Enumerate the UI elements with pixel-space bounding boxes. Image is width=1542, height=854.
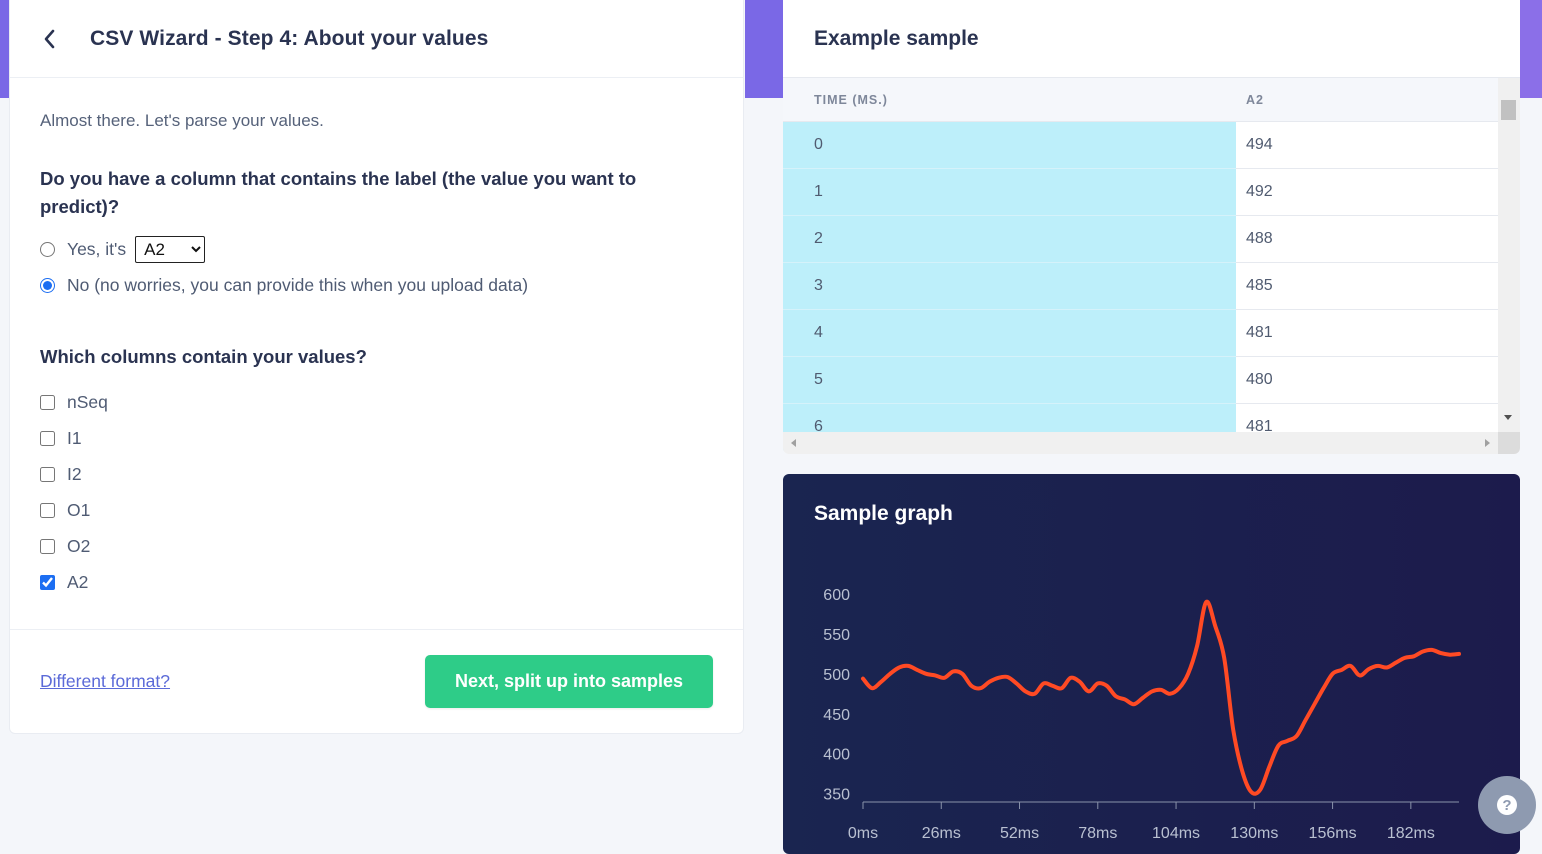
label-question: Do you have a column that contains the l… bbox=[40, 168, 637, 217]
x-tick-label: 130ms bbox=[1230, 825, 1278, 842]
value-column-label: I1 bbox=[67, 427, 82, 448]
y-tick-label: 500 bbox=[823, 667, 850, 684]
scroll-left-arrow-icon[interactable] bbox=[791, 439, 796, 447]
vertical-scrollbar-thumb[interactable] bbox=[1501, 100, 1516, 120]
wizard-intro: Almost there. Let's parse your values. bbox=[40, 111, 324, 130]
value-column-label: O1 bbox=[67, 499, 91, 520]
label-option-no[interactable]: No (no worries, you can provide this whe… bbox=[40, 267, 713, 303]
example-sample-card: Example sample TIME (MS.) A2 0 494 1 492 2 48… bbox=[783, 0, 1520, 454]
label-yes-text: Yes, it's bbox=[67, 238, 127, 259]
table-row: 4 481 bbox=[783, 309, 1498, 357]
table-row: 0 494 bbox=[783, 121, 1498, 169]
different-format-link[interactable]: Different format? bbox=[40, 671, 170, 692]
x-tick-label: 26ms bbox=[922, 825, 961, 842]
x-tick-label: 52ms bbox=[1000, 825, 1039, 842]
value-column-option[interactable]: A2 bbox=[40, 564, 713, 600]
label-no-radio[interactable] bbox=[40, 277, 55, 293]
header-accent-band-middle bbox=[745, 0, 783, 98]
table-row: 3 485 bbox=[783, 262, 1498, 310]
x-tick-label: 78ms bbox=[1078, 825, 1117, 842]
table-header-row: TIME (MS.) A2 bbox=[783, 78, 1498, 122]
values-question: Which columns contain your values? bbox=[40, 346, 367, 367]
column-header-time: TIME (MS.) bbox=[783, 78, 1236, 122]
table-row: 2 488 bbox=[783, 215, 1498, 263]
value-column-label: O2 bbox=[67, 535, 91, 556]
value-column-label: nSeq bbox=[67, 391, 108, 412]
scroll-down-arrow-icon[interactable] bbox=[1504, 415, 1512, 420]
x-tick-label: 156ms bbox=[1309, 825, 1357, 842]
wizard-title: CSV Wizard - Step 4: About your values bbox=[90, 26, 489, 50]
value-column-label: A2 bbox=[67, 571, 89, 592]
value-column-checkbox[interactable] bbox=[40, 394, 55, 410]
cell-time: 1 bbox=[783, 168, 1236, 216]
y-tick-label: 350 bbox=[823, 787, 850, 804]
sample-table: TIME (MS.) A2 0 494 1 492 2 488 3 485 4 481 5 480 6 4… bbox=[783, 78, 1498, 451]
vertical-scrollbar[interactable] bbox=[1498, 78, 1520, 432]
x-tick-label: 0ms bbox=[848, 825, 878, 842]
value-column-checkbox[interactable] bbox=[40, 466, 55, 482]
back-arrow-icon[interactable] bbox=[20, 0, 80, 77]
cell-a2: 488 bbox=[1236, 215, 1498, 263]
cell-a2: 485 bbox=[1236, 262, 1498, 310]
value-column-option[interactable]: I2 bbox=[40, 456, 713, 492]
value-column-option[interactable]: nSeq bbox=[40, 384, 713, 420]
sample-graph-card: Sample graph 0ms 26ms 52ms 78ms 104ms 130ms 15… bbox=[783, 474, 1520, 854]
wizard-body: Almost there. Let's parse your values. D… bbox=[10, 111, 743, 600]
sample-table-viewport[interactable]: TIME (MS.) A2 0 494 1 492 2 488 3 485 4 481 5 480 6 4… bbox=[783, 78, 1520, 454]
cell-time: 3 bbox=[783, 262, 1236, 310]
wizard-header: CSV Wizard - Step 4: About your values bbox=[10, 0, 743, 78]
cell-time: 0 bbox=[783, 121, 1236, 169]
y-tick-label: 450 bbox=[823, 707, 850, 724]
example-sample-title: Example sample bbox=[783, 0, 1520, 78]
next-split-samples-button[interactable]: Next, split up into samples bbox=[425, 655, 713, 708]
value-column-label: I2 bbox=[67, 463, 82, 484]
x-tick-label: 182ms bbox=[1387, 825, 1435, 842]
cell-time: 4 bbox=[783, 309, 1236, 357]
value-column-checkbox[interactable] bbox=[40, 430, 55, 446]
column-header-a2: A2 bbox=[1236, 78, 1498, 122]
cell-a2: 481 bbox=[1236, 309, 1498, 357]
sample-table-body: 0 494 1 492 2 488 3 485 4 481 5 480 6 481 bbox=[783, 121, 1498, 451]
cell-a2: 492 bbox=[1236, 168, 1498, 216]
y-tick-label: 400 bbox=[823, 747, 850, 764]
y-tick-label: 550 bbox=[823, 627, 850, 644]
a2-series-line bbox=[861, 599, 1461, 796]
help-button[interactable]: ? bbox=[1478, 776, 1536, 834]
table-row: 1 492 bbox=[783, 168, 1498, 216]
value-column-checkbox[interactable] bbox=[40, 538, 55, 554]
label-yes-radio[interactable] bbox=[40, 241, 55, 257]
label-option-yes[interactable]: Yes, it's A2 bbox=[40, 231, 713, 267]
sample-graph-chart: 0ms 26ms 52ms 78ms 104ms 130ms 156ms 182ms 600 55… bbox=[823, 587, 1461, 842]
scrollbar-corner bbox=[1498, 432, 1520, 454]
value-column-option[interactable]: O1 bbox=[40, 492, 713, 528]
header-accent-band-right bbox=[1519, 0, 1542, 98]
value-columns-list: nSeq I1 I2 O1 O2 A2 bbox=[40, 384, 713, 600]
horizontal-scrollbar[interactable] bbox=[783, 432, 1498, 454]
scroll-right-arrow-icon[interactable] bbox=[1485, 439, 1490, 447]
value-column-checkbox[interactable] bbox=[40, 502, 55, 518]
cell-time: 5 bbox=[783, 356, 1236, 404]
question-circle-icon: ? bbox=[1497, 795, 1517, 815]
value-column-option[interactable]: I1 bbox=[40, 420, 713, 456]
cell-a2: 480 bbox=[1236, 356, 1498, 404]
cell-time: 2 bbox=[783, 215, 1236, 263]
y-tick-label: 600 bbox=[823, 587, 850, 604]
value-column-option[interactable]: O2 bbox=[40, 528, 713, 564]
label-options: Yes, it's A2 No (no worries, you can pro… bbox=[40, 231, 713, 303]
x-tick-label: 104ms bbox=[1152, 825, 1200, 842]
wizard-footer: Different format? Next, split up into sa… bbox=[10, 629, 743, 733]
label-column-select[interactable]: A2 bbox=[135, 235, 206, 263]
label-no-text: No (no worries, you can provide this whe… bbox=[67, 274, 529, 295]
cell-a2: 494 bbox=[1236, 121, 1498, 169]
csv-wizard-card: CSV Wizard - Step 4: About your values A… bbox=[9, 0, 744, 734]
table-row: 5 480 bbox=[783, 356, 1498, 404]
value-column-checkbox[interactable] bbox=[40, 574, 55, 590]
